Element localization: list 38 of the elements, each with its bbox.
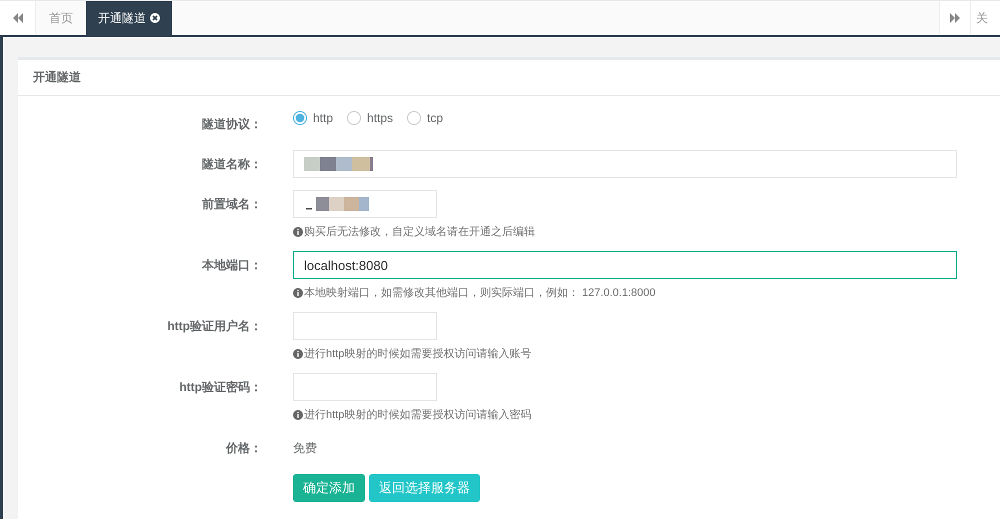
- field-label: 前置域名：: [201, 196, 263, 213]
- field-label: 本地端口：: [200, 257, 263, 274]
- close-menu[interactable]: 关: [971, 1, 1000, 35]
- field-label: 隧道协议：: [201, 116, 263, 133]
- info-icon: [293, 348, 303, 358]
- info-icon: [293, 288, 303, 298]
- radio-label: https: [367, 111, 394, 125]
- input-field[interactable]: [293, 190, 437, 218]
- scroll-right-button[interactable]: [939, 1, 971, 35]
- radio-label: http: [313, 111, 334, 125]
- info-icon: [293, 226, 303, 236]
- input-field[interactable]: localhost:8080: [293, 251, 957, 279]
- field-label: 隧道名称：: [201, 156, 263, 173]
- help-text: 购买后无法修改，自定义域名请在开通之后编辑: [304, 224, 535, 239]
- scroll-left-button[interactable]: [0, 1, 36, 35]
- radio-button[interactable]: [407, 111, 422, 125]
- info-icon: [293, 410, 303, 420]
- radio-option[interactable]: https: [347, 111, 394, 125]
- input-field[interactable]: [293, 312, 437, 340]
- radio-label: tcp: [427, 111, 444, 125]
- tab[interactable]: 首页: [37, 1, 85, 35]
- input-field[interactable]: [293, 150, 957, 178]
- price-value: 免费: [293, 440, 317, 457]
- field-label: http验证用户名：: [166, 318, 263, 335]
- tab[interactable]: 开通隧道: [86, 1, 172, 35]
- help-text: 本地映射端口，如需修改其他端口，则实际端口，例如： 127.0.0.1:8000: [304, 286, 656, 300]
- radio-option[interactable]: tcp: [407, 111, 444, 125]
- radio-button[interactable]: [293, 111, 307, 125]
- double-right-arrow-icon: [950, 13, 960, 23]
- help-text: 进行http映射的时候如需要授权访问请输入账号: [304, 346, 532, 361]
- field-label: http验证密码：: [178, 379, 263, 396]
- field-label: 价格：: [224, 440, 263, 457]
- card-title: 开通隧道: [33, 69, 81, 86]
- help-text: 进行http映射的时候如需要授权访问请输入密码: [304, 408, 532, 422]
- double-left-arrow-icon: [12, 13, 22, 23]
- radio-option[interactable]: http: [293, 111, 334, 125]
- input-field[interactable]: [293, 373, 437, 401]
- radio-button[interactable]: [347, 111, 362, 125]
